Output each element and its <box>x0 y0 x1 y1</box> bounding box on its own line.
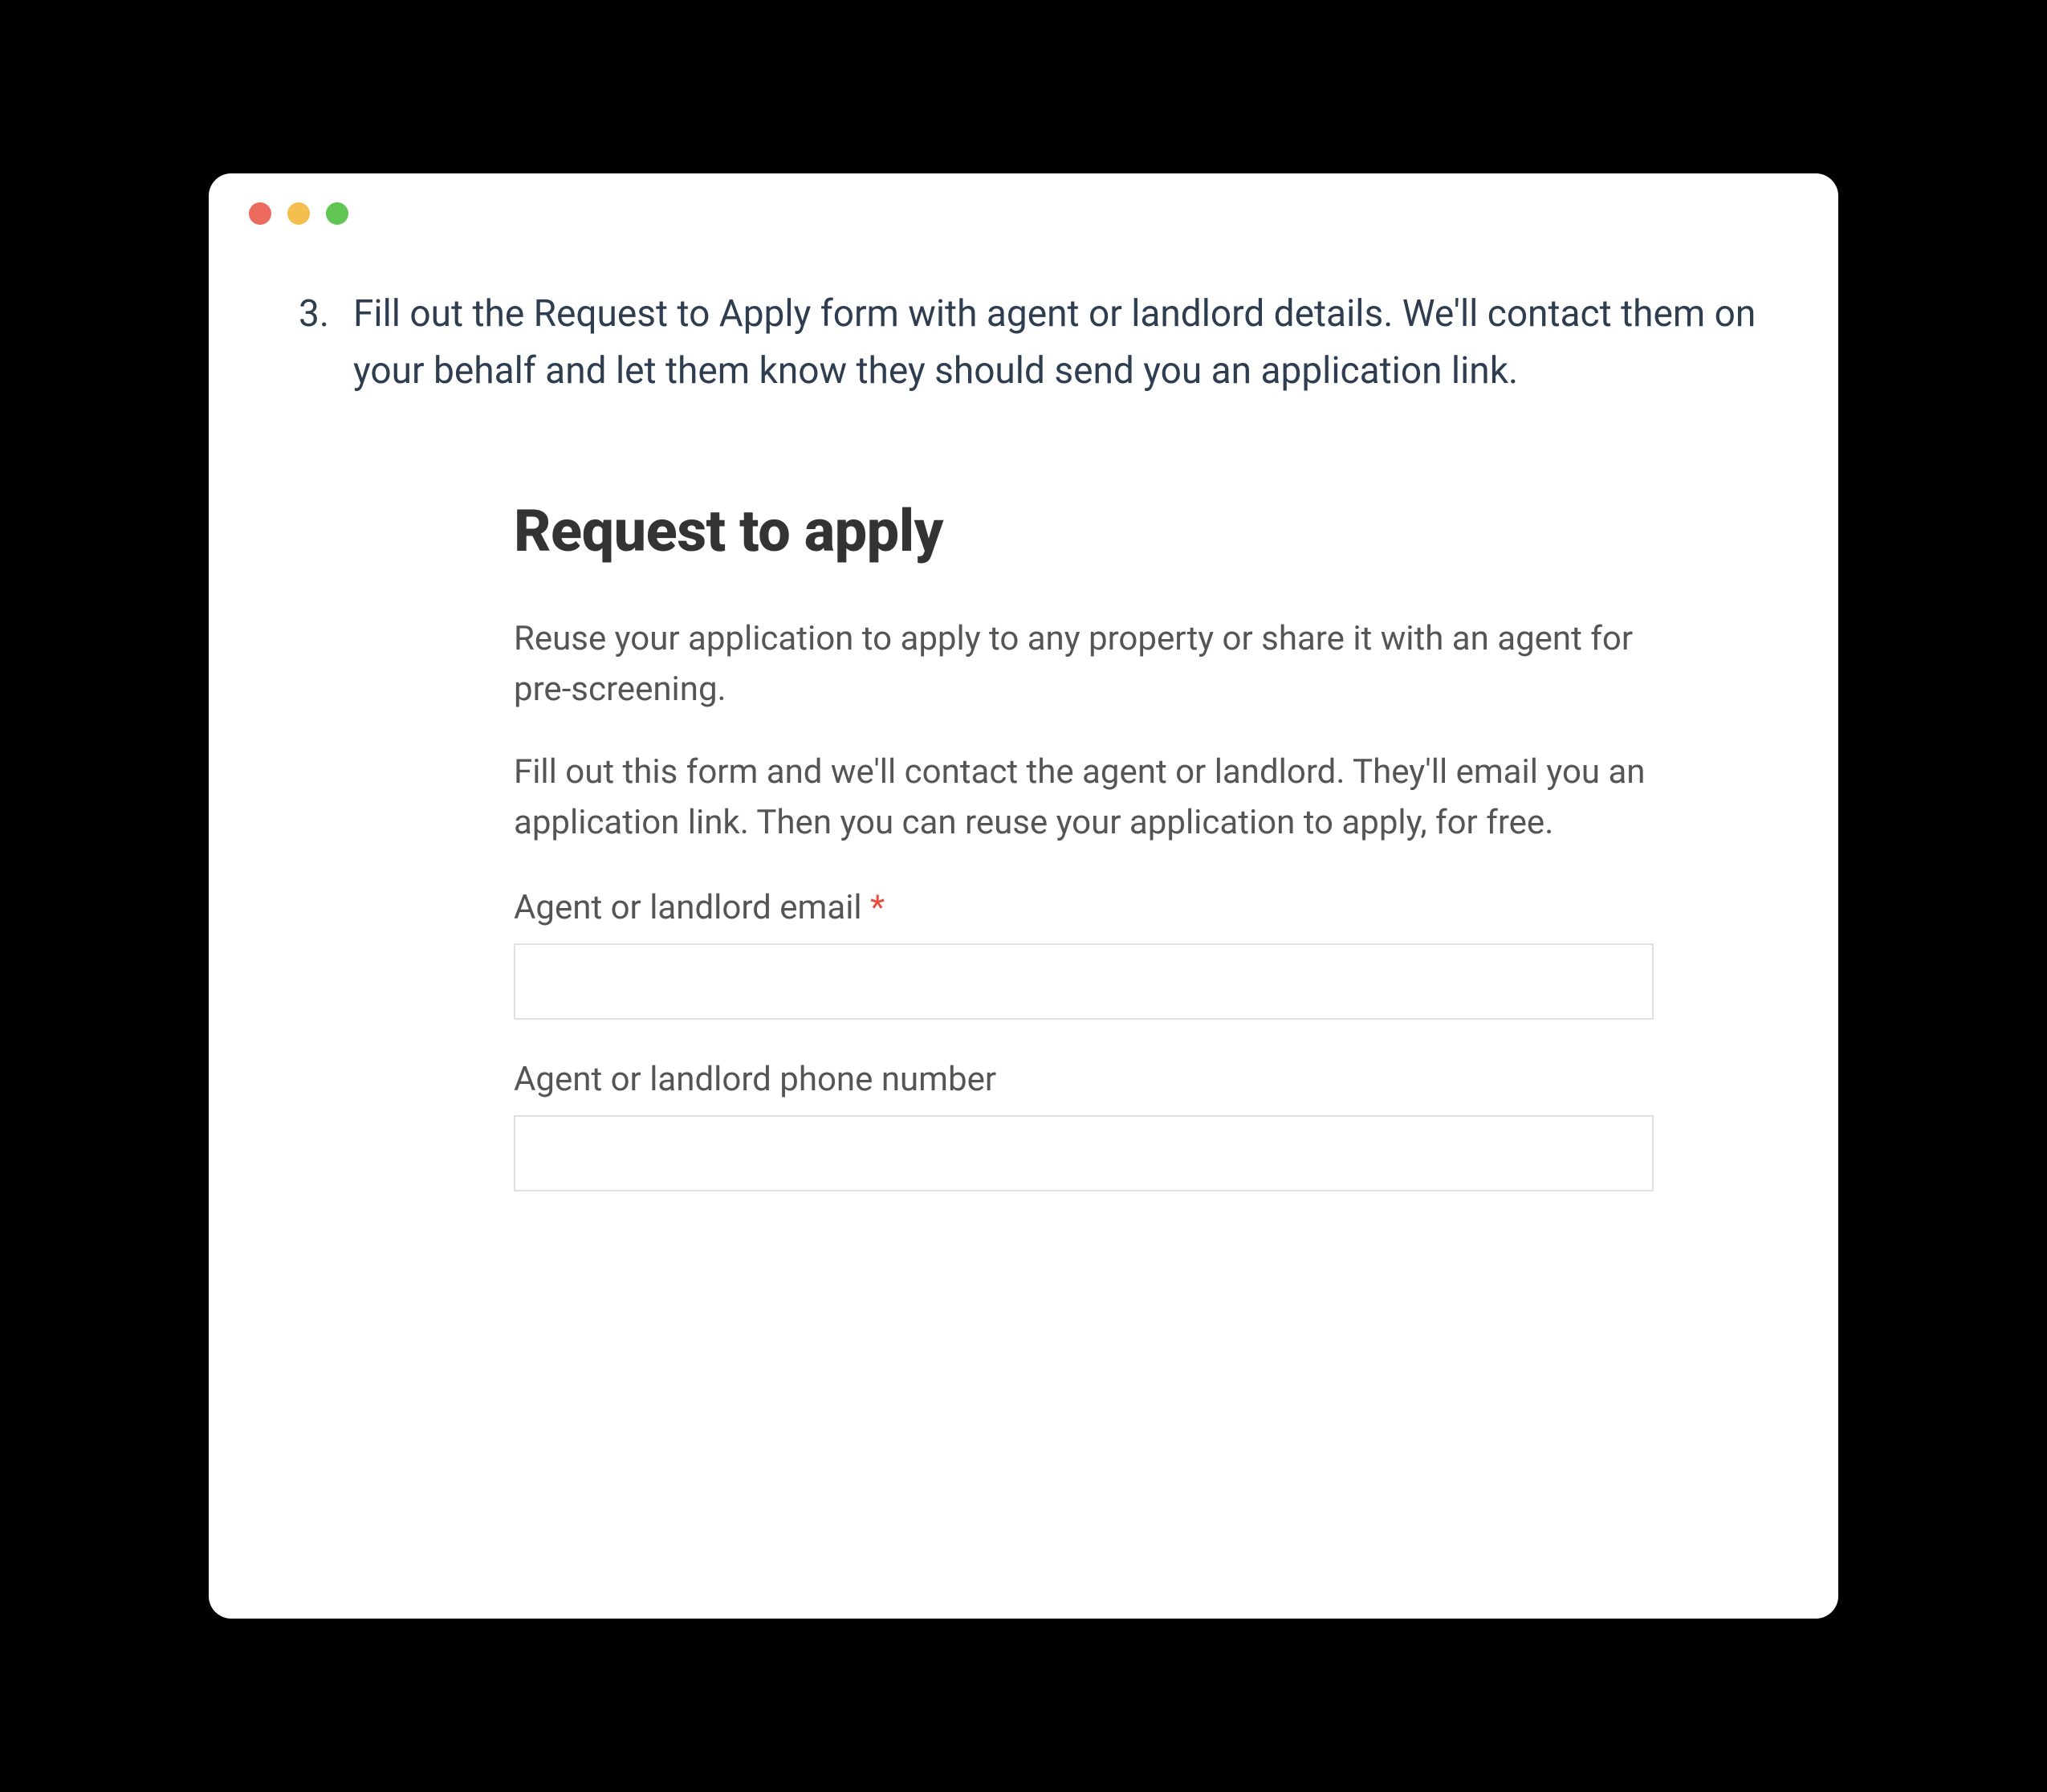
maximize-window-button[interactable] <box>326 202 348 225</box>
phone-field-label: Agent or landlord phone number <box>514 1060 1654 1099</box>
request-to-apply-form: Request to apply Reuse your application … <box>289 497 1774 1191</box>
required-indicator: * <box>870 888 885 927</box>
form-description-1: Reuse your application to apply to any p… <box>514 613 1654 715</box>
agent-phone-input[interactable] <box>514 1115 1654 1191</box>
phone-field-group: Agent or landlord phone number <box>514 1060 1654 1191</box>
step-number: 3. <box>289 286 329 401</box>
browser-window: 3. Fill out the Request to Apply form wi… <box>209 173 1838 1619</box>
form-title: Request to apply <box>514 497 1654 565</box>
form-description-2: Fill out this form and we'll contact the… <box>514 747 1654 848</box>
email-label-text: Agent or landlord email <box>514 888 870 927</box>
page-content: 3. Fill out the Request to Apply form wi… <box>209 254 1838 1191</box>
email-field-group: Agent or landlord email * <box>514 888 1654 1020</box>
step-text: Fill out the Request to Apply form with … <box>353 286 1774 401</box>
email-field-label: Agent or landlord email * <box>514 888 1654 927</box>
minimize-window-button[interactable] <box>287 202 310 225</box>
instruction-step: 3. Fill out the Request to Apply form wi… <box>289 286 1774 401</box>
window-titlebar <box>209 173 1838 254</box>
close-window-button[interactable] <box>249 202 271 225</box>
agent-email-input[interactable] <box>514 943 1654 1020</box>
